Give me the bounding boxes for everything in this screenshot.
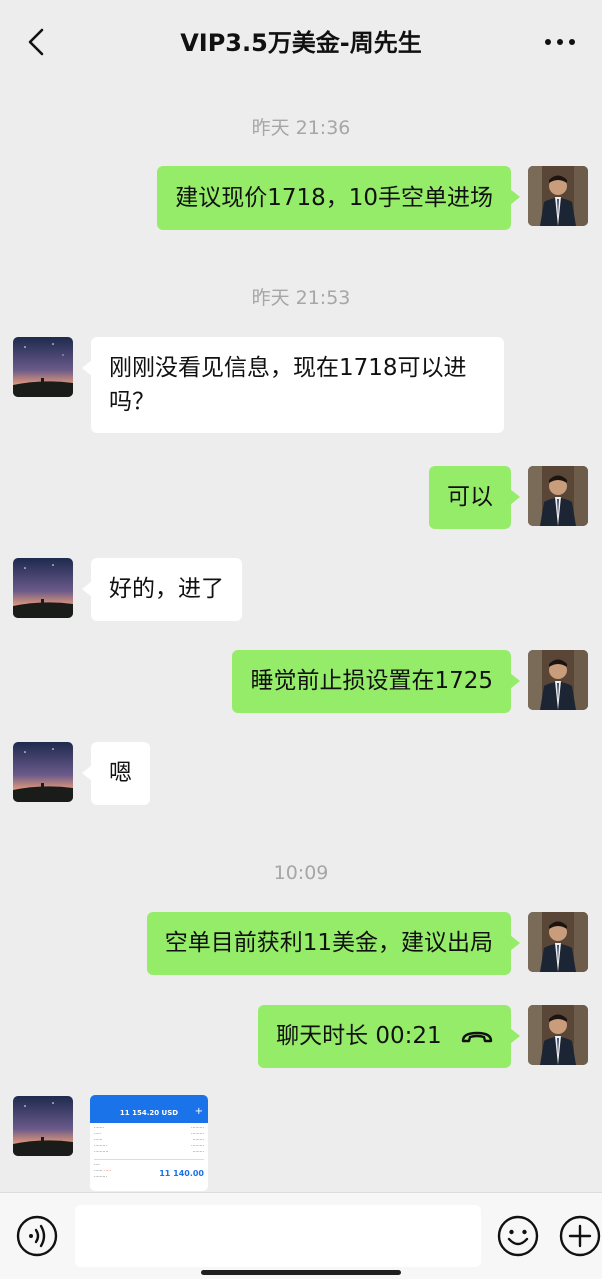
contact-avatar[interactable] <box>13 337 73 397</box>
more-button[interactable] <box>542 30 578 54</box>
my-avatar[interactable] <box>528 912 588 972</box>
chat-title: VIP3.5万美金-周先生 <box>180 29 422 57</box>
incoming-message-bubble[interactable]: 刚刚没看见信息，现在1718可以进 吗？ <box>82 337 504 433</box>
back-button[interactable] <box>20 24 56 60</box>
emoji-button[interactable] <box>497 1215 539 1257</box>
home-indicator <box>201 1270 401 1275</box>
message-text: 可以 <box>447 484 493 510</box>
message-text: 空单目前获利11美金，建议出局 <box>164 930 493 956</box>
incoming-message-bubble[interactable]: 嗯 <box>82 742 150 805</box>
chat-input-bar <box>0 1192 602 1279</box>
voice-icon <box>16 1215 58 1257</box>
outgoing-message-bubble[interactable]: 空单目前获利11美金，建议出局 <box>146 912 521 975</box>
image-message-thumbnail[interactable]: 11 154.20 USD + ······· ········· ····· ··… <box>90 1095 208 1191</box>
call-duration-text: 聊天时长 00:21 <box>276 1023 442 1049</box>
message-text-line: 刚刚没看见信息，现在1718可以进 <box>109 355 467 381</box>
chevron-left-icon <box>28 28 44 56</box>
message-timestamp: 昨天 21:36 <box>251 117 351 139</box>
message-text: 睡觉前止损设置在1725 <box>250 668 493 694</box>
thumbnail-divider <box>94 1159 204 1160</box>
incoming-message-bubble[interactable]: 好的，进了 <box>82 558 242 621</box>
more-dots-icon <box>545 39 575 45</box>
emoji-icon <box>497 1215 539 1257</box>
outgoing-message-bubble[interactable]: 建议现价1718，10手空单进场 <box>157 166 520 230</box>
message-timestamp: 10:09 <box>273 862 329 884</box>
more-functions-button[interactable] <box>559 1215 601 1257</box>
message-text: 嗯 <box>109 760 132 786</box>
voice-button[interactable] <box>16 1215 58 1257</box>
message-text: 好的，进了 <box>109 576 224 602</box>
my-avatar[interactable] <box>528 166 588 226</box>
my-avatar[interactable] <box>528 650 588 710</box>
thumbnail-balance: 11 154.20 USD <box>119 1109 179 1117</box>
outgoing-message-bubble[interactable]: 可以 <box>429 466 520 529</box>
my-avatar[interactable] <box>528 1005 588 1065</box>
my-avatar[interactable] <box>528 466 588 526</box>
thumbnail-header: 11 154.20 USD + <box>90 1095 208 1123</box>
plus-icon <box>559 1215 601 1257</box>
message-input[interactable] <box>75 1205 481 1267</box>
thumbnail-row: ·················· <box>94 1150 204 1155</box>
contact-avatar[interactable] <box>13 1096 73 1156</box>
contact-avatar[interactable] <box>13 742 73 802</box>
contact-avatar[interactable] <box>13 558 73 618</box>
message-timestamp: 昨天 21:53 <box>251 287 351 309</box>
call-record-bubble[interactable]: 聊天时长 00:21 <box>258 1005 520 1068</box>
thumbnail-plus-icon: + <box>194 1106 203 1117</box>
message-text-line: 吗？ <box>109 389 155 415</box>
thumbnail-total: 11 140.00 <box>159 1169 204 1178</box>
chat-header: VIP3.5万美金-周先生 <box>0 0 602 86</box>
message-text: 建议现价1718，10手空单进场 <box>175 185 493 211</box>
outgoing-message-bubble[interactable]: 睡觉前止损设置在1725 <box>232 650 520 713</box>
hang-up-icon <box>461 1031 493 1042</box>
